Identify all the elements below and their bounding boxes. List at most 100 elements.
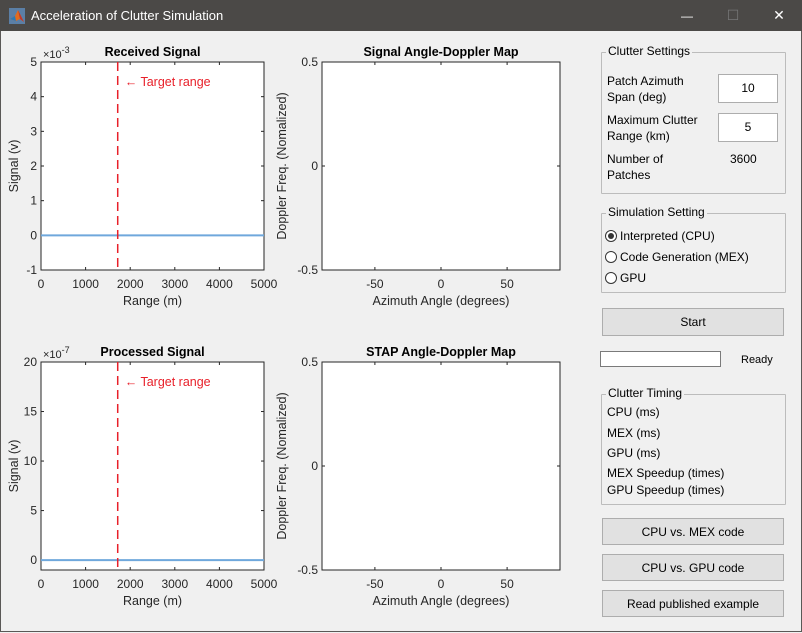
y-tick-label: -1 — [26, 263, 37, 277]
x-tick-label: 50 — [500, 277, 514, 291]
chart-title: Received Signal — [105, 45, 201, 59]
max-range-label: Maximum Clutter Range (km) — [607, 112, 698, 144]
radio-label: Interpreted (CPU) — [620, 229, 715, 243]
y-exponent-power: -7 — [62, 345, 70, 355]
x-axis-label: Range (m) — [123, 294, 182, 308]
max-range-input[interactable]: 5 — [718, 113, 778, 142]
cpu-vs-gpu-button[interactable]: CPU vs. GPU code — [602, 554, 784, 581]
signal-angle-doppler-map: Signal Angle-Doppler Map -50 0 50 -0.5 0 0.5 Az… — [275, 45, 561, 308]
patch-span-input[interactable]: 10 — [718, 74, 778, 103]
maximize-button[interactable]: ☐ — [710, 0, 756, 31]
chart-title: Signal Angle-Doppler Map — [363, 45, 518, 59]
x-tick-label: -50 — [366, 277, 384, 291]
y-tick-label: 0 — [30, 553, 37, 567]
x-tick-label: 0 — [38, 577, 45, 591]
stap-angle-doppler-map: STAP Angle-Doppler Map -50 0 50 -0.5 0 0.5 Azim… — [275, 345, 561, 608]
y-tick-label: 20 — [24, 355, 38, 369]
radio-gpu[interactable]: GPU — [605, 271, 646, 285]
chart-title: Processed Signal — [100, 345, 204, 359]
radio-unselected-icon — [605, 272, 617, 284]
read-published-example-button[interactable]: Read published example — [602, 590, 784, 617]
x-tick-label: 4000 — [206, 577, 233, 591]
start-button[interactable]: Start — [602, 308, 784, 336]
x-tick-label: 3000 — [161, 577, 188, 591]
close-icon: ✕ — [773, 7, 785, 23]
y-tick-label: 0 — [311, 459, 318, 473]
timing-mex-label: MEX (ms) — [607, 426, 661, 440]
clutter-timing-title: Clutter Timing — [606, 386, 685, 400]
x-tick-label: 0 — [38, 277, 45, 291]
target-range-annotation: ← Target range — [125, 375, 211, 389]
radio-label: GPU — [620, 271, 647, 285]
plot-area — [40, 361, 265, 571]
x-tick-label: 0 — [438, 277, 445, 291]
received-signal-plot: Received Signal0 1000 2000 3000 4000 5000-101… — [7, 45, 278, 308]
x-tick-label: 0 — [438, 577, 445, 591]
y-tick-label: 0 — [311, 159, 318, 173]
radio-selected-icon — [605, 230, 617, 242]
x-tick-label: 1000 — [72, 577, 99, 591]
patch-span-label: Patch Azimuth Span (deg) — [607, 73, 684, 105]
y-exponent-label: ×10-3 — [43, 45, 70, 61]
patch-span-label-line2: Span (deg) — [607, 90, 667, 104]
radio-label: Code Generation (MEX) — [620, 250, 749, 264]
x-tick-label: 3000 — [161, 277, 188, 291]
processed-signal-plot: Processed Signal0 1000 2000 3000 4000 5000051… — [7, 345, 278, 608]
minimize-icon: — — [681, 8, 693, 23]
num-patches-label-line1: Number of — [607, 152, 664, 166]
max-range-label-line2: Range (km) — [607, 129, 670, 143]
x-tick-label: 2000 — [117, 277, 144, 291]
y-axis-label: Doppler Freq. (Nomalized) — [275, 92, 289, 239]
radio-code-generation-mex[interactable]: Code Generation (MEX) — [605, 250, 749, 264]
x-axis-label: Azimuth Angle (degrees) — [373, 294, 510, 308]
y-tick-label: 0.5 — [301, 355, 318, 369]
x-axis-label: Range (m) — [123, 594, 182, 608]
timing-gpu-label: GPU (ms) — [607, 446, 661, 460]
patch-span-label-line1: Patch Azimuth — [607, 74, 684, 88]
radio-unselected-icon — [605, 251, 617, 263]
x-tick-label: 1000 — [72, 277, 99, 291]
close-button[interactable]: ✕ — [756, 0, 802, 31]
y-axis-label: Signal (v) — [7, 140, 21, 193]
y-tick-label: 0.5 — [301, 55, 318, 69]
y-tick-label: 5 — [30, 55, 37, 69]
x-tick-label: 4000 — [206, 277, 233, 291]
y-tick-label: 2 — [30, 159, 37, 173]
x-tick-label: 50 — [500, 577, 514, 591]
minimize-button[interactable]: — — [664, 0, 710, 31]
num-patches-value: 3600 — [730, 152, 757, 166]
title-bar: Acceleration of Clutter Simulation — ☐ ✕ — [0, 0, 802, 31]
y-tick-label: 5 — [30, 504, 37, 518]
y-tick-label: -0.5 — [297, 563, 318, 577]
plot-area — [321, 361, 561, 571]
cpu-vs-mex-button[interactable]: CPU vs. MEX code — [602, 518, 784, 545]
y-exponent-label: ×10-7 — [43, 345, 70, 361]
chart-title: STAP Angle-Doppler Map — [366, 345, 516, 359]
radio-interpreted-cpu[interactable]: Interpreted (CPU) — [605, 229, 715, 243]
status-text: Ready — [741, 354, 773, 366]
progress-bar — [600, 351, 721, 367]
timing-cpu-label: CPU (ms) — [607, 405, 660, 419]
y-axis-label: Signal (v) — [7, 440, 21, 493]
plot-area — [40, 61, 265, 271]
x-tick-label: 2000 — [117, 577, 144, 591]
y-exponent-power: -3 — [62, 45, 70, 55]
y-axis-label: Doppler Freq. (Nomalized) — [275, 392, 289, 539]
window-title: Acceleration of Clutter Simulation — [31, 8, 224, 23]
target-range-annotation: ← Target range — [125, 75, 211, 89]
y-tick-label: -0.5 — [297, 263, 318, 277]
x-tick-label: -50 — [366, 577, 384, 591]
clutter-settings-title: Clutter Settings — [606, 44, 693, 58]
num-patches-label-line2: Patches — [607, 168, 651, 182]
timing-mex-speedup-label: MEX Speedup (times) — [607, 466, 725, 480]
y-tick-label: 0 — [30, 228, 37, 242]
simulation-setting-title: Simulation Setting — [606, 205, 707, 219]
plot-area — [321, 61, 561, 271]
maximize-icon: ☐ — [726, 7, 740, 23]
y-tick-label: 4 — [30, 90, 37, 104]
max-range-label-line1: Maximum Clutter — [607, 113, 698, 127]
y-tick-label: 1 — [30, 194, 37, 208]
y-tick-label: 10 — [24, 454, 38, 468]
matlab-logo-icon — [9, 8, 25, 24]
x-axis-label: Azimuth Angle (degrees) — [373, 594, 510, 608]
